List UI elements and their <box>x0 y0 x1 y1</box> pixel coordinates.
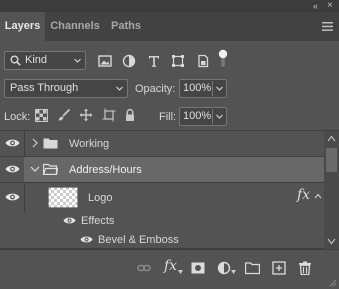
visibility-eye-icon[interactable] <box>80 235 93 244</box>
layers-panel: « × Layers Channels Paths Kind Pass Thro… <box>0 0 339 289</box>
visibility-eye-icon[interactable] <box>63 216 76 225</box>
blend-mode-dropdown[interactable]: Pass Through <box>4 79 128 98</box>
lock-artboard-icon[interactable] <box>102 108 116 122</box>
effect-row-bevel-emboss[interactable]: Bevel & Emboss <box>0 230 324 249</box>
lock-image-pixels-icon[interactable] <box>57 108 71 122</box>
image-filter-icon[interactable] <box>98 54 112 68</box>
scroll-up-arrow-icon[interactable] <box>327 135 336 142</box>
fill-divider <box>212 109 213 124</box>
opacity-value: 100% <box>183 82 212 94</box>
link-layers-icon[interactable] <box>137 261 151 275</box>
lock-all-icon[interactable] <box>123 108 137 122</box>
smart-object-filter-icon[interactable] <box>196 54 210 68</box>
chevron-down-icon[interactable] <box>216 85 223 92</box>
filter-toggle-icon[interactable] <box>218 49 228 69</box>
scroll-down-arrow-icon[interactable] <box>327 238 336 245</box>
chevron-down-icon <box>178 270 183 274</box>
lock-position-icon[interactable] <box>79 108 93 122</box>
tab-channels[interactable]: Channels <box>45 12 105 41</box>
fill-value: 100% <box>183 110 212 122</box>
chevron-up-icon[interactable] <box>314 193 322 199</box>
add-layer-style-fx-icon[interactable]: fx <box>164 258 177 274</box>
blend-mode-value: Pass Through <box>10 82 79 94</box>
tab-layers[interactable]: Layers <box>0 12 45 41</box>
layer-effects-row[interactable]: Effects <box>0 212 324 230</box>
effects-label: Effects <box>81 215 115 227</box>
collapse-panel-icon[interactable]: « <box>313 0 318 12</box>
resize-grip-icon[interactable] <box>328 278 337 287</box>
eye-column-divider <box>24 131 25 156</box>
chevron-down-icon[interactable] <box>30 166 40 172</box>
layer-name: Working <box>69 138 110 150</box>
lock-transparent-pixels-icon[interactable] <box>35 109 48 122</box>
visibility-eye-icon[interactable] <box>5 164 20 174</box>
type-filter-icon[interactable] <box>147 54 161 68</box>
layer-name: Logo <box>88 192 113 204</box>
new-group-folder-icon[interactable] <box>245 261 260 275</box>
layer-row-address-hours[interactable]: Address/Hours <box>0 157 324 182</box>
effect-name: Bevel & Emboss <box>98 234 179 246</box>
panel-title-bar <box>0 0 339 12</box>
panel-menu-icon[interactable] <box>322 22 333 31</box>
filter-kind-dropdown[interactable]: Kind <box>4 51 86 70</box>
new-layer-icon[interactable] <box>272 261 286 275</box>
chevron-down-icon <box>116 86 123 91</box>
layer-name: Address/Hours <box>69 164 142 176</box>
chevron-down-icon[interactable] <box>216 113 223 120</box>
layer-row-logo[interactable]: Logo fx <box>0 183 324 212</box>
shape-filter-icon[interactable] <box>171 54 185 68</box>
tab-paths[interactable]: Paths <box>105 12 147 41</box>
fill-field[interactable]: 100% <box>179 107 227 126</box>
new-adjustment-layer-icon[interactable] <box>217 261 231 275</box>
filter-kind-label: Kind <box>25 54 48 66</box>
folder-icon <box>43 138 58 149</box>
chevron-down-icon <box>74 58 81 63</box>
scrollbar-thumb[interactable] <box>326 148 337 172</box>
fill-label: Fill: <box>159 111 177 123</box>
eye-column-divider <box>24 183 25 212</box>
visibility-eye-icon[interactable] <box>5 192 20 202</box>
opacity-label: Opacity: <box>135 83 176 95</box>
chevron-down-icon <box>231 270 236 274</box>
lock-label: Lock: <box>4 111 31 123</box>
open-folder-icon <box>43 163 58 175</box>
layer-thumbnail[interactable] <box>48 187 78 208</box>
chevron-right-icon[interactable] <box>32 138 38 148</box>
opacity-field[interactable]: 100% <box>179 79 227 98</box>
layer-effects-fx-icon[interactable]: fx <box>297 187 310 203</box>
opacity-divider <box>212 81 213 96</box>
visibility-eye-icon[interactable] <box>5 138 20 148</box>
search-icon <box>10 55 21 66</box>
delete-layer-trash-icon[interactable] <box>298 261 312 275</box>
adjustment-filter-icon[interactable] <box>122 54 136 68</box>
layer-row-working[interactable]: Working <box>0 131 324 156</box>
close-panel-icon[interactable]: × <box>327 0 333 12</box>
layers-list: Working Address/Hours Logo fx Effects Be… <box>0 131 324 249</box>
add-mask-icon[interactable] <box>191 261 205 275</box>
